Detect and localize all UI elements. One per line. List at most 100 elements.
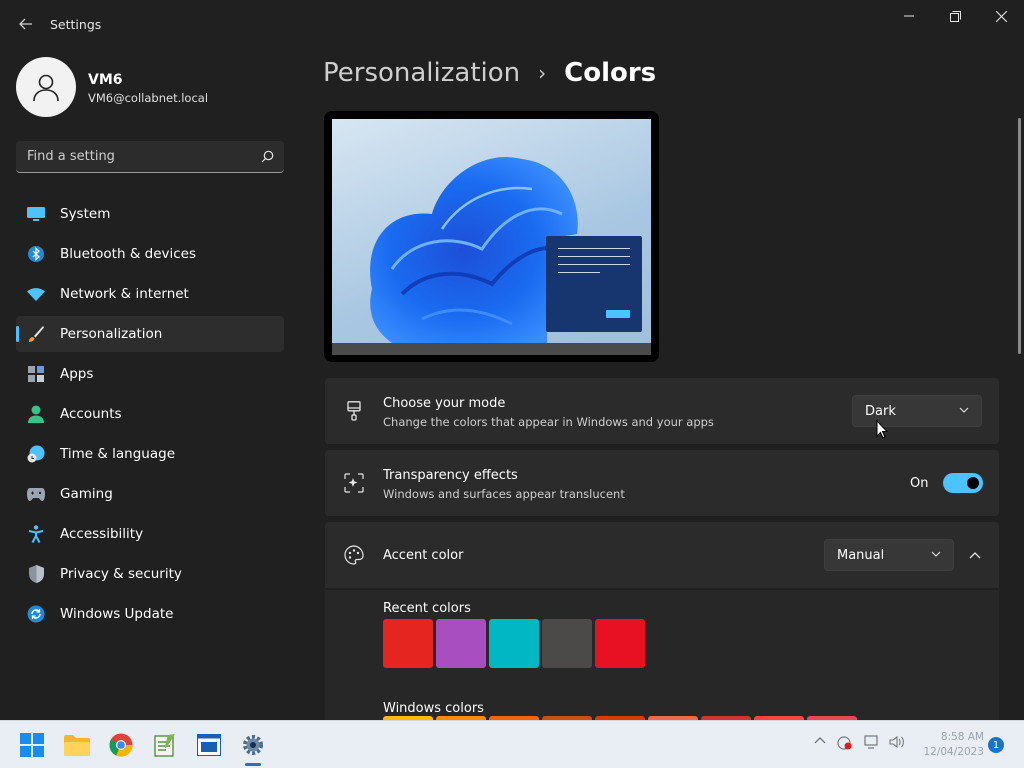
- recent-colors-label: Recent colors: [383, 601, 471, 616]
- chrome-button[interactable]: [107, 731, 135, 759]
- app-title: Settings: [50, 17, 102, 32]
- transparency-card: Transparency effects Windows and surface…: [325, 450, 999, 516]
- settings-taskbar-button[interactable]: [239, 731, 267, 759]
- preview-line: [558, 248, 630, 249]
- person-icon: [33, 74, 59, 102]
- mode-dropdown-value: Dark: [865, 403, 896, 419]
- accent-dropdown[interactable]: Manual: [824, 539, 954, 571]
- scrollbar[interactable]: [1018, 118, 1021, 354]
- search-input[interactable]: [27, 149, 261, 164]
- chevron-down-icon: [959, 407, 969, 413]
- preview-accent-button: [606, 310, 630, 318]
- accent-card: Accent color Manual: [325, 522, 999, 588]
- windows-colors-label: Windows colors: [383, 701, 484, 716]
- avatar[interactable]: [16, 57, 76, 117]
- sidebar-item-apps[interactable]: Apps: [16, 356, 284, 392]
- breadcrumb-parent[interactable]: Personalization: [323, 58, 520, 88]
- network-tray-icon[interactable]: [864, 735, 880, 752]
- minimize-icon: [904, 15, 914, 17]
- sidebar-item-system[interactable]: System: [16, 196, 284, 232]
- notepad-icon: [154, 734, 175, 757]
- sidebar-item-label: Time & language: [60, 446, 176, 462]
- update-icon: [26, 604, 46, 624]
- sidebar-item-label: Bluetooth & devices: [60, 246, 197, 262]
- active-app-indicator: [245, 763, 261, 766]
- restore-icon: [949, 10, 961, 22]
- sidebar-item-accounts[interactable]: Accounts: [16, 396, 284, 432]
- close-button[interactable]: [978, 0, 1024, 32]
- file-explorer-button[interactable]: [63, 731, 91, 759]
- sidebar-item-label: Privacy & security: [60, 566, 182, 582]
- sidebar-item-network[interactable]: Network & internet: [16, 276, 284, 312]
- taskbar: 8:58 AM 12/04/2023 1: [0, 720, 1024, 768]
- recent-color-swatch[interactable]: [542, 619, 592, 668]
- sidebar-item-label: Network & internet: [60, 286, 189, 302]
- taskbar-clock[interactable]: 8:58 AM 12/04/2023: [918, 730, 984, 760]
- transparency-state-label: On: [910, 476, 929, 491]
- bluetooth-icon: [26, 244, 46, 264]
- monitor-icon: [26, 204, 46, 224]
- mouse-cursor-icon: [876, 420, 888, 439]
- wifi-icon: [26, 284, 46, 304]
- palette-icon: [343, 544, 365, 566]
- chevron-up-icon: [814, 737, 826, 744]
- back-button[interactable]: [12, 10, 40, 38]
- sidebar-item-privacy[interactable]: Privacy & security: [16, 556, 284, 592]
- sidebar-item-gaming[interactable]: Gaming: [16, 476, 284, 512]
- windows-start-icon: [20, 733, 44, 757]
- window-app-icon: [197, 734, 221, 756]
- shield-icon: [26, 564, 46, 584]
- apps-icon: [26, 364, 46, 384]
- clock-time: 8:58 AM: [940, 731, 984, 743]
- sidebar-item-label: Gaming: [60, 486, 113, 502]
- accent-dropdown-value: Manual: [837, 547, 885, 563]
- file-explorer-icon: [64, 735, 90, 756]
- preview-line: [558, 256, 630, 257]
- breadcrumb: Personalization › Colors: [323, 58, 656, 88]
- back-arrow-icon: [19, 18, 32, 30]
- tray-app-icon[interactable]: [836, 735, 854, 754]
- accent-collapse-button[interactable]: [961, 543, 989, 569]
- theme-preview: [324, 111, 659, 362]
- mode-subtitle: Change the colors that appear in Windows…: [383, 415, 714, 429]
- search-box[interactable]: [16, 141, 284, 173]
- sidebar-nav: System Bluetooth & devices Network & int…: [16, 196, 284, 636]
- accent-title: Accent color: [383, 548, 464, 563]
- sidebar-item-bluetooth[interactable]: Bluetooth & devices: [16, 236, 284, 272]
- sidebar-item-label: Personalization: [60, 326, 163, 342]
- recent-color-swatch[interactable]: [489, 619, 539, 668]
- recent-color-swatch[interactable]: [383, 619, 433, 668]
- mode-title: Choose your mode: [383, 396, 506, 411]
- window-app-button[interactable]: [195, 731, 223, 759]
- transparency-toggle[interactable]: [943, 473, 983, 493]
- notepad-button[interactable]: [151, 731, 179, 759]
- user-email: VM6@collabnet.local: [88, 91, 209, 105]
- mode-card: Choose your mode Change the colors that …: [325, 378, 999, 444]
- sidebar-item-personalization[interactable]: Personalization: [16, 316, 284, 352]
- mode-dropdown[interactable]: Dark: [852, 395, 982, 427]
- sidebar-item-label: Accounts: [60, 406, 122, 422]
- volume-tray-icon[interactable]: [889, 735, 905, 752]
- user-name: VM6: [88, 72, 123, 88]
- restore-button[interactable]: [932, 0, 978, 32]
- sidebar-item-label: System: [60, 206, 111, 222]
- globe-clock-icon: [26, 444, 46, 464]
- recent-color-swatch[interactable]: [595, 619, 645, 668]
- close-icon: [995, 10, 1007, 22]
- chevron-up-icon: [969, 552, 981, 559]
- minimize-button[interactable]: [886, 0, 932, 32]
- sidebar-item-windows-update[interactable]: Windows Update: [16, 596, 284, 632]
- sidebar-item-time-language[interactable]: Time & language: [16, 436, 284, 472]
- tray-overflow-button[interactable]: [814, 735, 826, 749]
- recent-color-swatch[interactable]: [436, 619, 486, 668]
- start-button[interactable]: [18, 731, 46, 759]
- notification-badge[interactable]: 1: [988, 737, 1004, 753]
- brush-icon: [26, 324, 46, 344]
- accessibility-icon: [26, 524, 46, 544]
- sidebar-item-label: Windows Update: [60, 606, 174, 622]
- page-title: Colors: [564, 58, 657, 88]
- transparency-title: Transparency effects: [383, 468, 518, 483]
- preview-taskbar: [332, 343, 651, 355]
- gamepad-icon: [26, 484, 46, 504]
- sidebar-item-accessibility[interactable]: Accessibility: [16, 516, 284, 552]
